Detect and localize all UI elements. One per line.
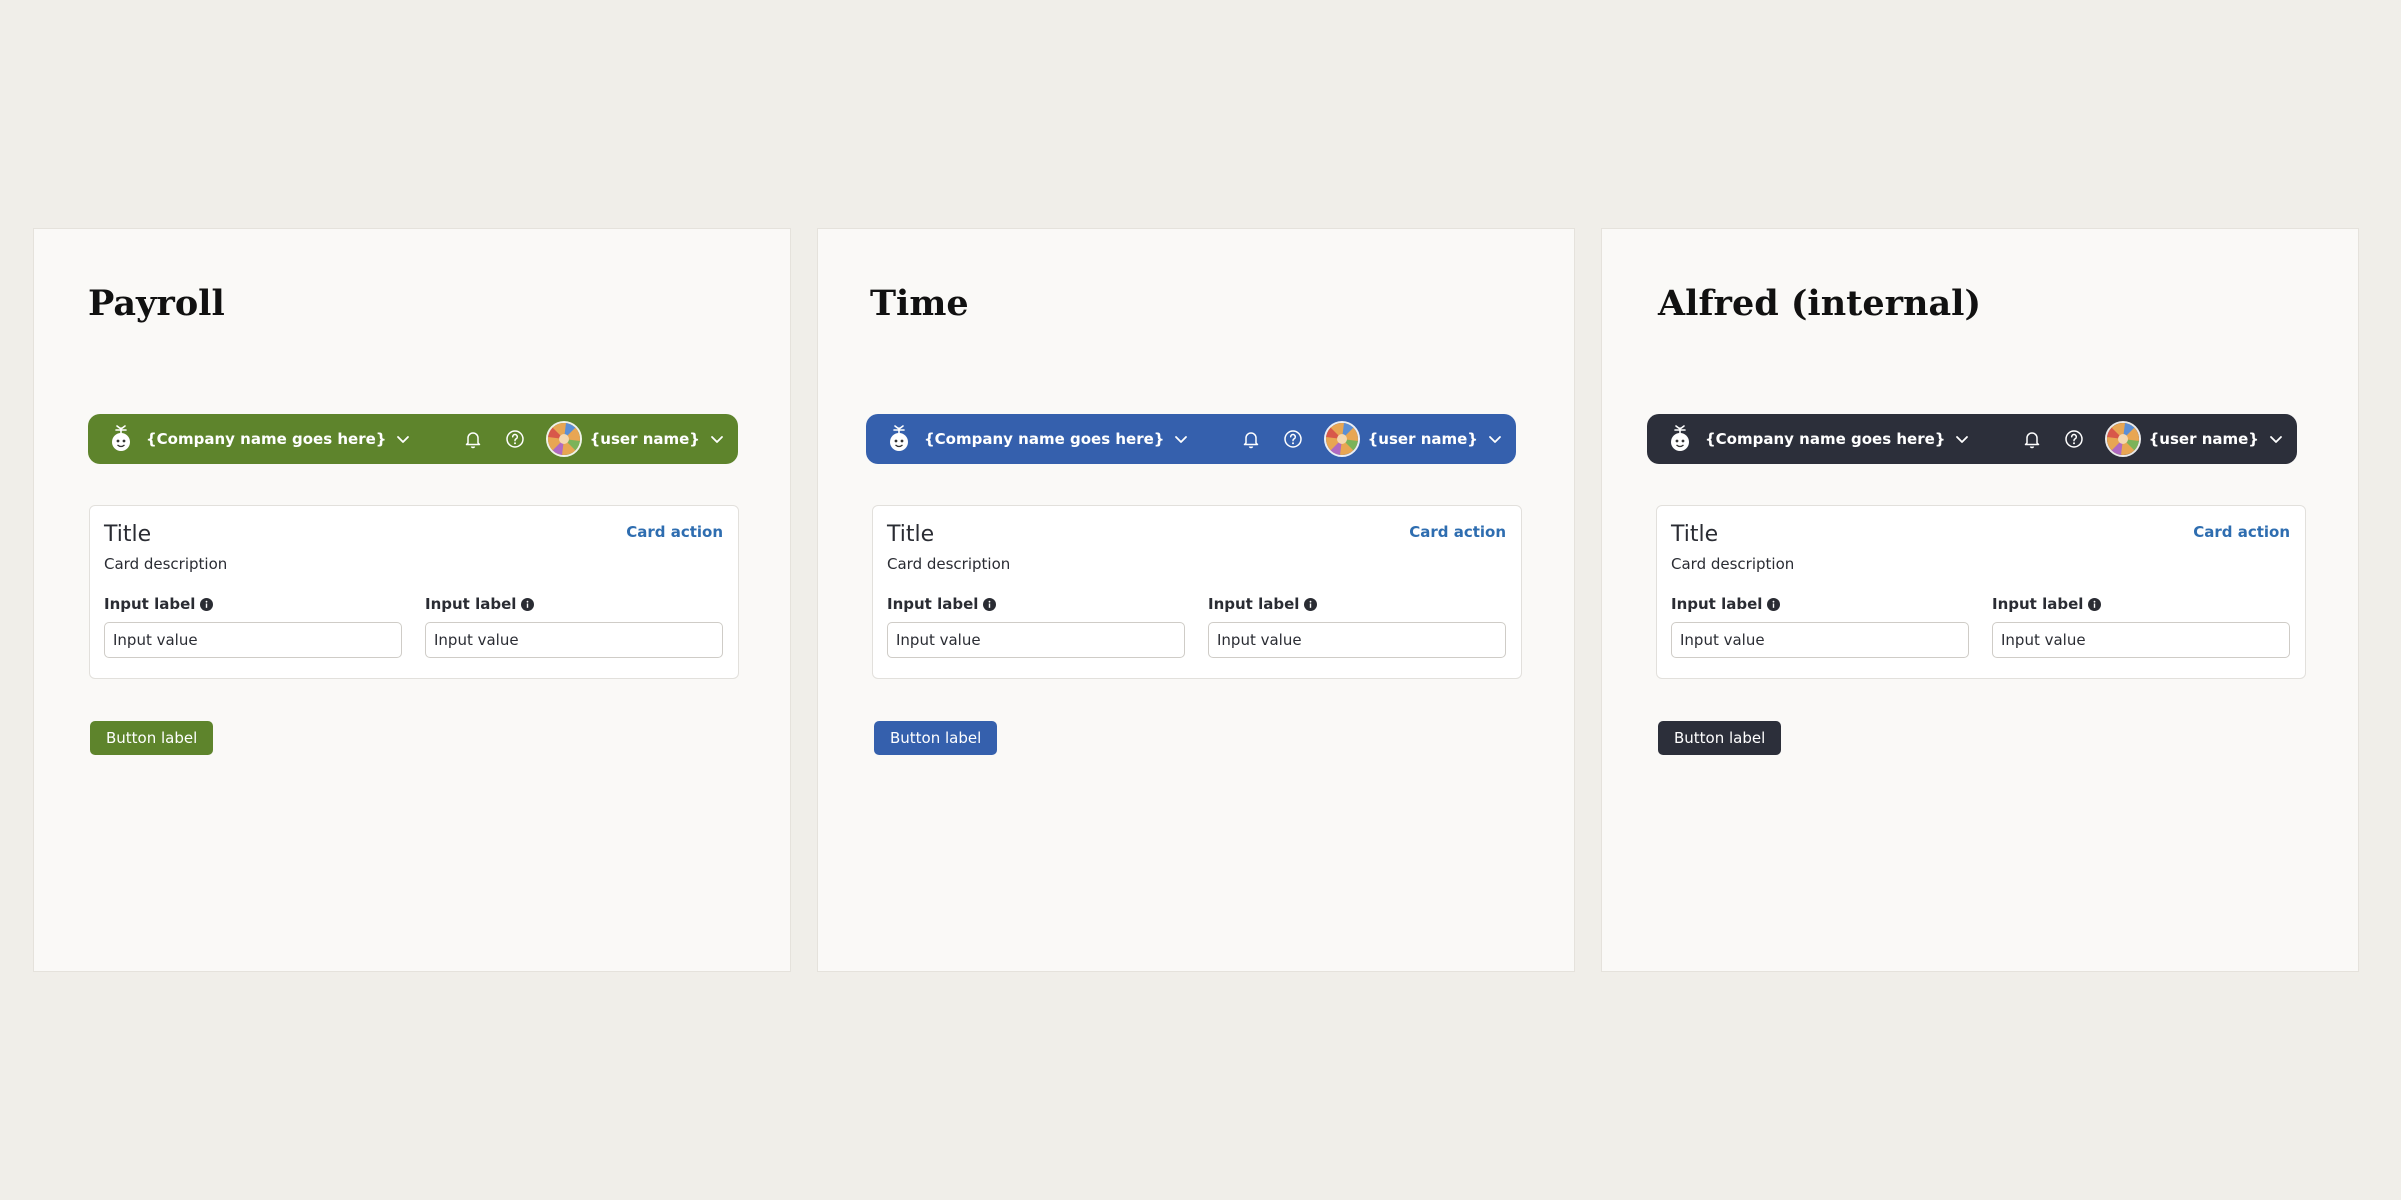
company-switcher[interactable]: {Company name goes here} <box>146 430 410 448</box>
input-label: Input label <box>104 594 402 614</box>
bell-icon <box>465 432 480 449</box>
user-name: {user name} <box>2148 430 2259 448</box>
top-navigation-bar: {Company name goes here} {user name} <box>88 414 738 464</box>
company-name: {Company name goes here} <box>146 430 387 448</box>
panel-alfred-internal: Alfred (internal) {Company name goes her… <box>1601 228 2359 972</box>
card-title: Title <box>887 522 935 547</box>
info-icon[interactable] <box>1304 597 1318 611</box>
text-input[interactable] <box>887 622 1185 658</box>
chevron-down-icon <box>1175 436 1188 443</box>
notifications-button[interactable] <box>2021 428 2043 450</box>
text-input[interactable] <box>1671 622 1969 658</box>
input-field: Input label <box>104 594 402 658</box>
panel-title: Time <box>870 283 969 324</box>
input-field: Input label <box>887 594 1185 658</box>
palm-mascot-icon[interactable] <box>884 424 914 454</box>
chevron-down-icon <box>711 436 723 443</box>
notifications-button[interactable] <box>462 428 484 450</box>
input-field: Input label <box>1671 594 1969 658</box>
input-field: Input label <box>425 594 723 658</box>
panel-payroll: Payroll {Company name goes here} {user n… <box>33 228 791 972</box>
card: Title Card description Card action Input… <box>89 505 739 679</box>
info-icon[interactable] <box>983 597 997 611</box>
card-description: Card description <box>104 555 228 573</box>
card-action-link[interactable]: Card action <box>2193 523 2290 541</box>
input-label-text: Input label <box>1208 595 1300 613</box>
bell-icon <box>2024 432 2039 449</box>
input-label-text: Input label <box>1671 595 1763 613</box>
input-label: Input label <box>887 594 1185 614</box>
chevron-down-icon <box>397 436 410 443</box>
info-icon[interactable] <box>2088 597 2102 611</box>
input-field: Input label <box>1992 594 2290 658</box>
user-menu[interactable]: {user name} <box>1323 421 1502 457</box>
help-button[interactable] <box>504 428 526 450</box>
text-input[interactable] <box>104 622 402 658</box>
primary-button[interactable]: Button label <box>90 721 214 755</box>
palm-mascot-icon[interactable] <box>106 424 136 454</box>
input-label-text: Input label <box>1992 595 2084 613</box>
card-title: Title <box>104 522 152 547</box>
panel-title: Payroll <box>88 283 225 324</box>
card-title: Title <box>1671 522 1719 547</box>
question-circle-icon <box>505 430 524 448</box>
card-action-link[interactable]: Card action <box>626 523 723 541</box>
user-menu[interactable]: {user name} <box>545 421 724 457</box>
info-icon[interactable] <box>1767 597 1781 611</box>
card-description: Card description <box>887 555 1011 573</box>
question-circle-icon <box>2064 430 2083 448</box>
avatar <box>2104 421 2141 457</box>
text-input[interactable] <box>1992 622 2290 658</box>
text-input[interactable] <box>1208 622 1506 658</box>
notifications-button[interactable] <box>1240 428 1262 450</box>
chevron-down-icon <box>1489 436 1501 443</box>
question-circle-icon <box>1283 430 1302 448</box>
user-menu[interactable]: {user name} <box>2104 421 2283 457</box>
top-navigation-bar: {Company name goes here} {user name} <box>1647 414 2297 464</box>
company-name: {Company name goes here} <box>924 430 1165 448</box>
company-switcher[interactable]: {Company name goes here} <box>1705 430 1969 448</box>
input-label: Input label <box>1992 594 2290 614</box>
help-button[interactable] <box>2063 428 2085 450</box>
chevron-down-icon <box>2270 436 2282 443</box>
panel-title: Alfred (internal) <box>1658 283 1982 324</box>
panel-time: Time {Company name goes here} {user name… <box>817 228 1575 972</box>
avatar <box>1323 421 1360 457</box>
input-label-text: Input label <box>104 595 196 613</box>
card: Title Card description Card action Input… <box>1656 505 2306 679</box>
bell-icon <box>1243 432 1258 449</box>
palm-mascot-icon[interactable] <box>1665 424 1695 454</box>
info-icon[interactable] <box>200 597 214 611</box>
input-label: Input label <box>1208 594 1506 614</box>
help-button[interactable] <box>1282 428 1304 450</box>
user-name: {user name} <box>589 430 700 448</box>
input-label: Input label <box>425 594 723 614</box>
card-action-link[interactable]: Card action <box>1409 523 1506 541</box>
primary-button[interactable]: Button label <box>1658 721 1782 755</box>
primary-button[interactable]: Button label <box>874 721 998 755</box>
info-icon[interactable] <box>521 597 535 611</box>
input-field: Input label <box>1208 594 1506 658</box>
chevron-down-icon <box>1956 436 1969 443</box>
card: Title Card description Card action Input… <box>872 505 1522 679</box>
user-name: {user name} <box>1367 430 1478 448</box>
input-label: Input label <box>1671 594 1969 614</box>
input-label-text: Input label <box>425 595 517 613</box>
company-name: {Company name goes here} <box>1705 430 1946 448</box>
text-input[interactable] <box>425 622 723 658</box>
avatar <box>545 421 582 457</box>
top-navigation-bar: {Company name goes here} {user name} <box>866 414 1516 464</box>
card-description: Card description <box>1671 555 1795 573</box>
input-label-text: Input label <box>887 595 979 613</box>
company-switcher[interactable]: {Company name goes here} <box>924 430 1188 448</box>
